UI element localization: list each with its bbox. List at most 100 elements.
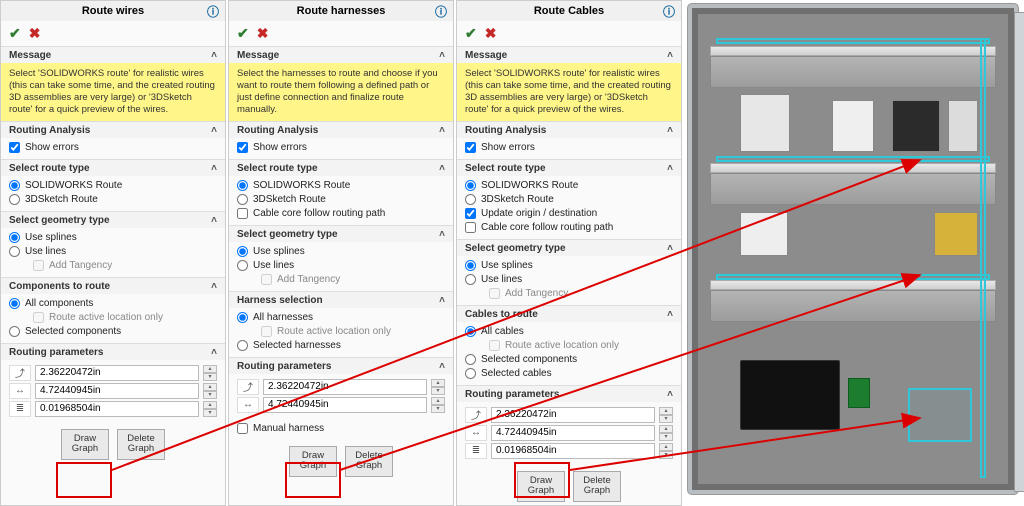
cancel-icon[interactable]: ✖: [29, 25, 41, 42]
cables-sel-comp-radio[interactable]: [465, 354, 476, 365]
param-input-1[interactable]: 4.72440945in: [263, 397, 427, 413]
chevron-up-icon[interactable]: ˄: [667, 389, 673, 400]
spinner[interactable]: ▴▾: [659, 425, 673, 441]
harn-selected[interactable]: Selected harnesses: [237, 339, 445, 353]
help-icon[interactable]: ⓘ: [663, 3, 675, 20]
chevron-up-icon[interactable]: ˄: [211, 281, 217, 292]
route-type-radio-3d[interactable]: [9, 194, 20, 205]
show-errors-row[interactable]: Show errors: [237, 141, 445, 155]
geo-lines-radio[interactable]: [9, 246, 20, 257]
chevron-up-icon[interactable]: ˄: [439, 125, 445, 136]
route-type-3d[interactable]: 3DSketch Route: [465, 193, 673, 207]
draw-graph-button[interactable]: Draw Graph: [289, 446, 337, 478]
comp-all-radio[interactable]: [9, 298, 20, 309]
route-type-3d[interactable]: 3DSketch Route: [9, 193, 217, 207]
draw-graph-button[interactable]: Draw Graph: [517, 471, 565, 503]
chevron-up-icon[interactable]: ˄: [439, 295, 445, 306]
chevron-up-icon[interactable]: ˄: [439, 229, 445, 240]
cancel-icon[interactable]: ✖: [485, 25, 497, 42]
route-type-radio-3d[interactable]: [237, 194, 248, 205]
chevron-up-icon[interactable]: ˄: [439, 163, 445, 174]
chevron-up-icon[interactable]: ˄: [211, 125, 217, 136]
show-errors-checkbox[interactable]: [465, 142, 476, 153]
param-input-1[interactable]: 4.72440945in: [35, 383, 199, 399]
cables-sel-cab-radio[interactable]: [465, 368, 476, 379]
spinner[interactable]: ▴▾: [203, 383, 217, 399]
cancel-icon[interactable]: ✖: [257, 25, 269, 42]
harn-selected-radio[interactable]: [237, 340, 248, 351]
param-input-1[interactable]: 4.72440945in: [491, 425, 655, 441]
show-errors-checkbox[interactable]: [9, 142, 20, 153]
cables-sel-cab[interactable]: Selected cables: [465, 367, 673, 381]
geo-lines-radio[interactable]: [237, 260, 248, 271]
chevron-up-icon[interactable]: ˄: [211, 50, 217, 61]
geo-lines[interactable]: Use lines: [9, 245, 217, 259]
geo-splines[interactable]: Use splines: [237, 245, 445, 259]
ok-icon[interactable]: ✔: [237, 25, 249, 42]
geo-lines[interactable]: Use lines: [237, 259, 445, 273]
geo-splines[interactable]: Use splines: [9, 231, 217, 245]
harn-all-radio[interactable]: [237, 312, 248, 323]
spinner[interactable]: ▴▾: [659, 407, 673, 423]
delete-graph-button[interactable]: Delete Graph: [345, 446, 393, 478]
update-origin-checkbox[interactable]: [465, 208, 476, 219]
draw-graph-button[interactable]: Draw Graph: [61, 429, 109, 461]
cables-all[interactable]: All cables: [465, 325, 673, 339]
chevron-up-icon[interactable]: ˄: [211, 215, 217, 226]
route-type-radio-3d[interactable]: [465, 194, 476, 205]
cable-core-checkbox[interactable]: [465, 222, 476, 233]
chevron-up-icon[interactable]: ˄: [211, 347, 217, 358]
manual-harness-checkbox[interactable]: [237, 423, 248, 434]
cable-core-follow[interactable]: Cable core follow routing path: [465, 221, 673, 235]
chevron-up-icon[interactable]: ˄: [667, 309, 673, 320]
cables-sel-comp[interactable]: Selected components: [465, 353, 673, 367]
chevron-up-icon[interactable]: ˄: [667, 125, 673, 136]
update-origin[interactable]: Update origin / destination: [465, 207, 673, 221]
cables-all-radio[interactable]: [465, 326, 476, 337]
cable-core-checkbox[interactable]: [237, 208, 248, 219]
param-input-2[interactable]: 0.01968504in: [35, 401, 199, 417]
param-input-0[interactable]: 2.36220472in: [35, 365, 199, 381]
route-type-3d[interactable]: 3DSketch Route: [237, 193, 445, 207]
param-input-2[interactable]: 0.01968504in: [491, 443, 655, 459]
delete-graph-button[interactable]: Delete Graph: [573, 471, 621, 503]
geo-lines-radio[interactable]: [465, 274, 476, 285]
comp-selected-radio[interactable]: [9, 326, 20, 337]
help-icon[interactable]: ⓘ: [435, 3, 447, 20]
param-input-0[interactable]: 2.36220472in: [491, 407, 655, 423]
spinner[interactable]: ▴▾: [203, 365, 217, 381]
cable-core-follow[interactable]: Cable core follow routing path: [237, 207, 445, 221]
geo-lines[interactable]: Use lines: [465, 273, 673, 287]
route-type-radio-sw[interactable]: [465, 180, 476, 191]
chevron-up-icon[interactable]: ˄: [667, 243, 673, 254]
show-errors-checkbox[interactable]: [237, 142, 248, 153]
chevron-up-icon[interactable]: ˄: [667, 163, 673, 174]
show-errors-row[interactable]: Show errors: [9, 141, 217, 155]
show-errors-row[interactable]: Show errors: [465, 141, 673, 155]
geo-splines-radio[interactable]: [465, 260, 476, 271]
help-icon[interactable]: ⓘ: [207, 3, 219, 20]
spinner[interactable]: ▴▾: [203, 401, 217, 417]
route-type-sw[interactable]: SOLIDWORKS Route: [237, 179, 445, 193]
spinner[interactable]: ▴▾: [431, 397, 445, 413]
harn-all[interactable]: All harnesses: [237, 311, 445, 325]
ok-icon[interactable]: ✔: [9, 25, 21, 42]
spinner[interactable]: ▴▾: [659, 443, 673, 459]
route-type-sw[interactable]: SOLIDWORKS Route: [9, 179, 217, 193]
manual-harness[interactable]: Manual harness: [237, 422, 445, 436]
comp-all[interactable]: All components: [9, 297, 217, 311]
chevron-up-icon[interactable]: ˄: [439, 361, 445, 372]
delete-graph-button[interactable]: Delete Graph: [117, 429, 165, 461]
geo-splines-radio[interactable]: [237, 246, 248, 257]
route-type-radio-sw[interactable]: [237, 180, 248, 191]
spinner[interactable]: ▴▾: [431, 379, 445, 395]
3d-viewport[interactable]: [684, 0, 1024, 506]
chevron-up-icon[interactable]: ˄: [439, 50, 445, 61]
geo-splines-radio[interactable]: [9, 232, 20, 243]
route-type-sw[interactable]: SOLIDWORKS Route: [465, 179, 673, 193]
geo-splines[interactable]: Use splines: [465, 259, 673, 273]
chevron-up-icon[interactable]: ˄: [211, 163, 217, 174]
param-input-0[interactable]: 2.36220472in: [263, 379, 427, 395]
comp-selected[interactable]: Selected components: [9, 325, 217, 339]
chevron-up-icon[interactable]: ˄: [667, 50, 673, 61]
